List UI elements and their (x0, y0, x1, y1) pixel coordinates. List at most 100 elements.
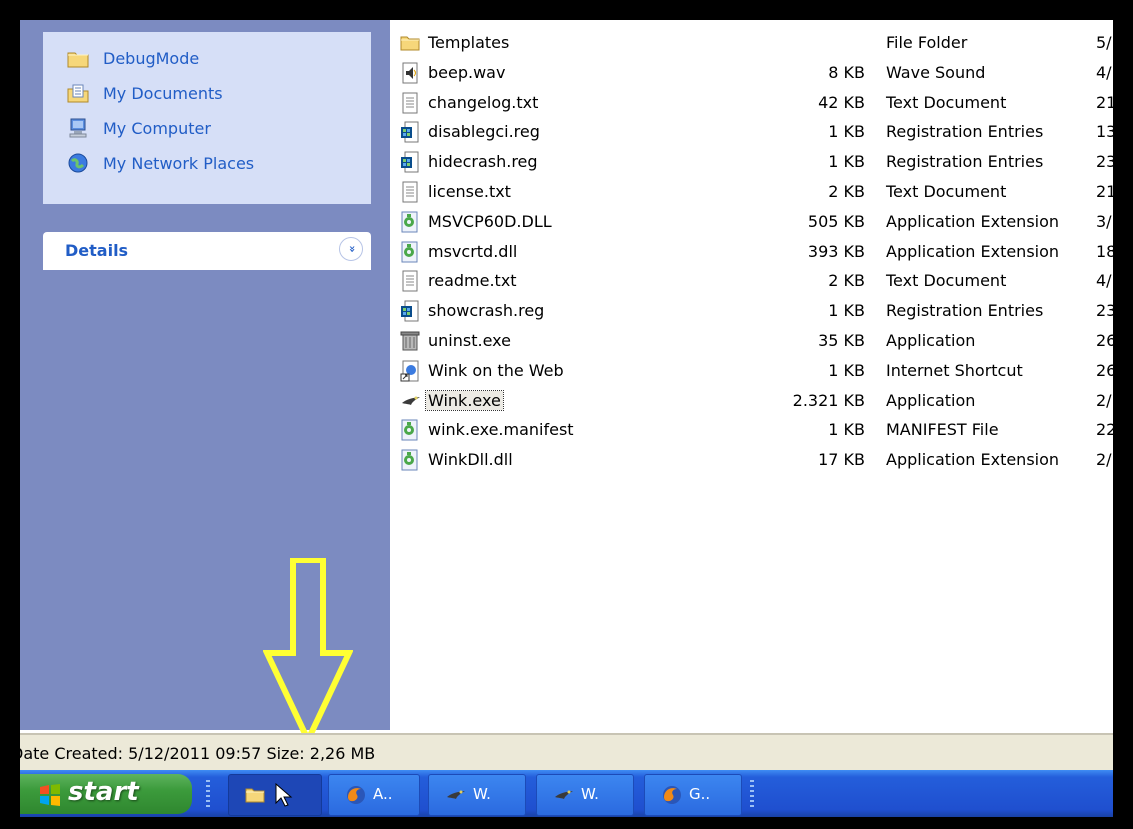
text-file-icon (400, 270, 420, 292)
file-size: 1 KB (828, 152, 865, 172)
start-label: start (68, 777, 139, 807)
folder-icon (245, 784, 267, 806)
taskbar-button-label: W. (581, 785, 599, 803)
file-row[interactable]: showcrash.reg 1 KB Registration Entries 23 (390, 296, 1113, 326)
place-label: My Documents (103, 83, 223, 103)
place-my-documents[interactable]: My Documents (67, 79, 223, 107)
file-date: 22 (1096, 420, 1113, 440)
file-type: Internet Shortcut (886, 360, 1023, 380)
file-size: 1 KB (828, 301, 865, 321)
place-label: My Computer (103, 118, 211, 138)
explorer-window: DebugMode My Documents My Computer My Ne… (20, 20, 1113, 817)
file-row[interactable]: hidecrash.reg 1 KB Registration Entries 23 (390, 147, 1113, 177)
file-row[interactable]: beep.wav 8 KB Wave Sound 4/ (390, 58, 1113, 88)
file-type: MANIFEST File (886, 420, 999, 440)
place-my-computer[interactable]: My Computer (67, 114, 211, 142)
taskbar-button-label: G.. (689, 785, 711, 803)
file-date: 4/ (1096, 62, 1112, 82)
yellow-arrow-annotation (263, 558, 353, 743)
file-name: showcrash.reg (428, 301, 545, 321)
registry-file-icon (400, 300, 420, 322)
taskbar-button[interactable] (228, 774, 322, 816)
file-type: Registration Entries (886, 301, 1044, 321)
windows-logo-icon (38, 783, 62, 807)
taskbar-grip[interactable] (206, 780, 210, 808)
file-type: Registration Entries (886, 122, 1044, 142)
mouse-cursor-icon (275, 782, 293, 811)
file-row[interactable]: Wink.exe 2.321 KB Application 2/ (390, 386, 1113, 416)
file-name: license.txt (428, 182, 511, 201)
taskbar-button[interactable]: W. (428, 774, 526, 816)
file-type: File Folder (886, 33, 968, 52)
file-row[interactable]: readme.txt 2 KB Text Document 4/ (390, 266, 1113, 296)
file-date: 13 (1096, 122, 1113, 142)
file-size: 35 KB (818, 331, 865, 350)
details-section-header[interactable]: Details » (43, 232, 371, 270)
wink-app-icon (400, 390, 420, 412)
uninstaller-icon (400, 330, 420, 352)
firefox-icon (661, 784, 683, 806)
file-type: Application Extension (886, 241, 1060, 261)
file-date: 2/ (1096, 390, 1112, 410)
file-row[interactable]: license.txt 2 KB Text Document 21 (390, 177, 1113, 207)
file-date: 2/ (1096, 450, 1112, 470)
file-row[interactable]: disablegci.reg 1 KB Registration Entries 13 (390, 117, 1113, 147)
file-type: Wave Sound (886, 62, 986, 82)
file-name: msvcrtd.dll (428, 241, 518, 261)
file-size: 42 KB (818, 92, 865, 112)
file-type: Text Document (886, 92, 1007, 112)
file-size: 393 KB (807, 241, 865, 261)
file-type: Registration Entries (886, 152, 1044, 172)
dll-file-icon (400, 211, 420, 233)
sound-file-icon (400, 62, 420, 84)
file-size: 2 KB (828, 182, 865, 201)
file-list: Templates File Folder 5/beep.wav 8 KB Wave S… (390, 20, 1113, 730)
file-type: Application Extension (886, 450, 1060, 470)
network-icon (67, 152, 89, 174)
file-name: wink.exe.manifest (428, 420, 574, 440)
file-name: disablegci.reg (428, 122, 540, 142)
file-size: 1 KB (828, 360, 865, 380)
file-row[interactable]: Templates File Folder 5/ (390, 28, 1113, 58)
file-date: 21 (1096, 182, 1113, 201)
file-size: 1 KB (828, 420, 865, 440)
folder-icon (400, 32, 420, 54)
taskbar-grip[interactable] (750, 780, 754, 808)
file-date: 23 (1096, 301, 1113, 321)
file-name: readme.txt (428, 271, 517, 291)
details-title: Details (65, 241, 129, 260)
chevron-down-icon[interactable]: » (339, 237, 363, 261)
taskbar: start A.. W. W. G.. (20, 770, 1113, 817)
taskbar-button[interactable]: G.. (644, 774, 742, 816)
file-name: Templates (428, 33, 510, 52)
file-size: 2 KB (828, 271, 865, 291)
file-name: MSVCP60D.DLL (428, 211, 552, 231)
file-row[interactable]: uninst.exe 35 KB Application 26 (390, 326, 1113, 356)
place-debugmode[interactable]: DebugMode (67, 44, 199, 72)
task-pane: DebugMode My Documents My Computer My Ne… (20, 20, 390, 743)
registry-file-icon (400, 151, 420, 173)
text-file-icon (400, 181, 420, 203)
wink-app-icon (445, 784, 467, 806)
file-row[interactable]: wink.exe.manifest 1 KB MANIFEST File 22 (390, 415, 1113, 445)
file-type: Application (886, 390, 976, 410)
my-documents-icon (67, 82, 89, 104)
other-places-box: DebugMode My Documents My Computer My Ne… (43, 32, 371, 204)
file-type: Application Extension (886, 211, 1060, 231)
file-date: 3/ (1096, 211, 1112, 231)
place-label: My Network Places (103, 153, 255, 173)
start-button[interactable]: start (20, 774, 192, 814)
taskbar-button[interactable]: W. (536, 774, 634, 816)
file-row[interactable]: WinkDll.dll 17 KB Application Extension 2/ (390, 445, 1113, 475)
file-row[interactable]: MSVCP60D.DLL 505 KB Application Extension 3… (390, 207, 1113, 237)
file-name: Wink.exe (425, 389, 504, 411)
file-type: Application (886, 331, 976, 350)
place-my-network-places[interactable]: My Network Places (67, 149, 254, 177)
file-row[interactable]: Wink on the Web 1 KB Internet Shortcut 26 (390, 356, 1113, 386)
computer-icon (67, 117, 89, 139)
file-row[interactable]: msvcrtd.dll 393 KB Application Extension 18 (390, 237, 1113, 267)
file-date: 26 (1096, 331, 1113, 350)
taskbar-button-label: A.. (373, 785, 393, 803)
taskbar-button[interactable]: A.. (328, 774, 420, 816)
file-row[interactable]: changelog.txt 42 KB Text Document 21 (390, 88, 1113, 118)
